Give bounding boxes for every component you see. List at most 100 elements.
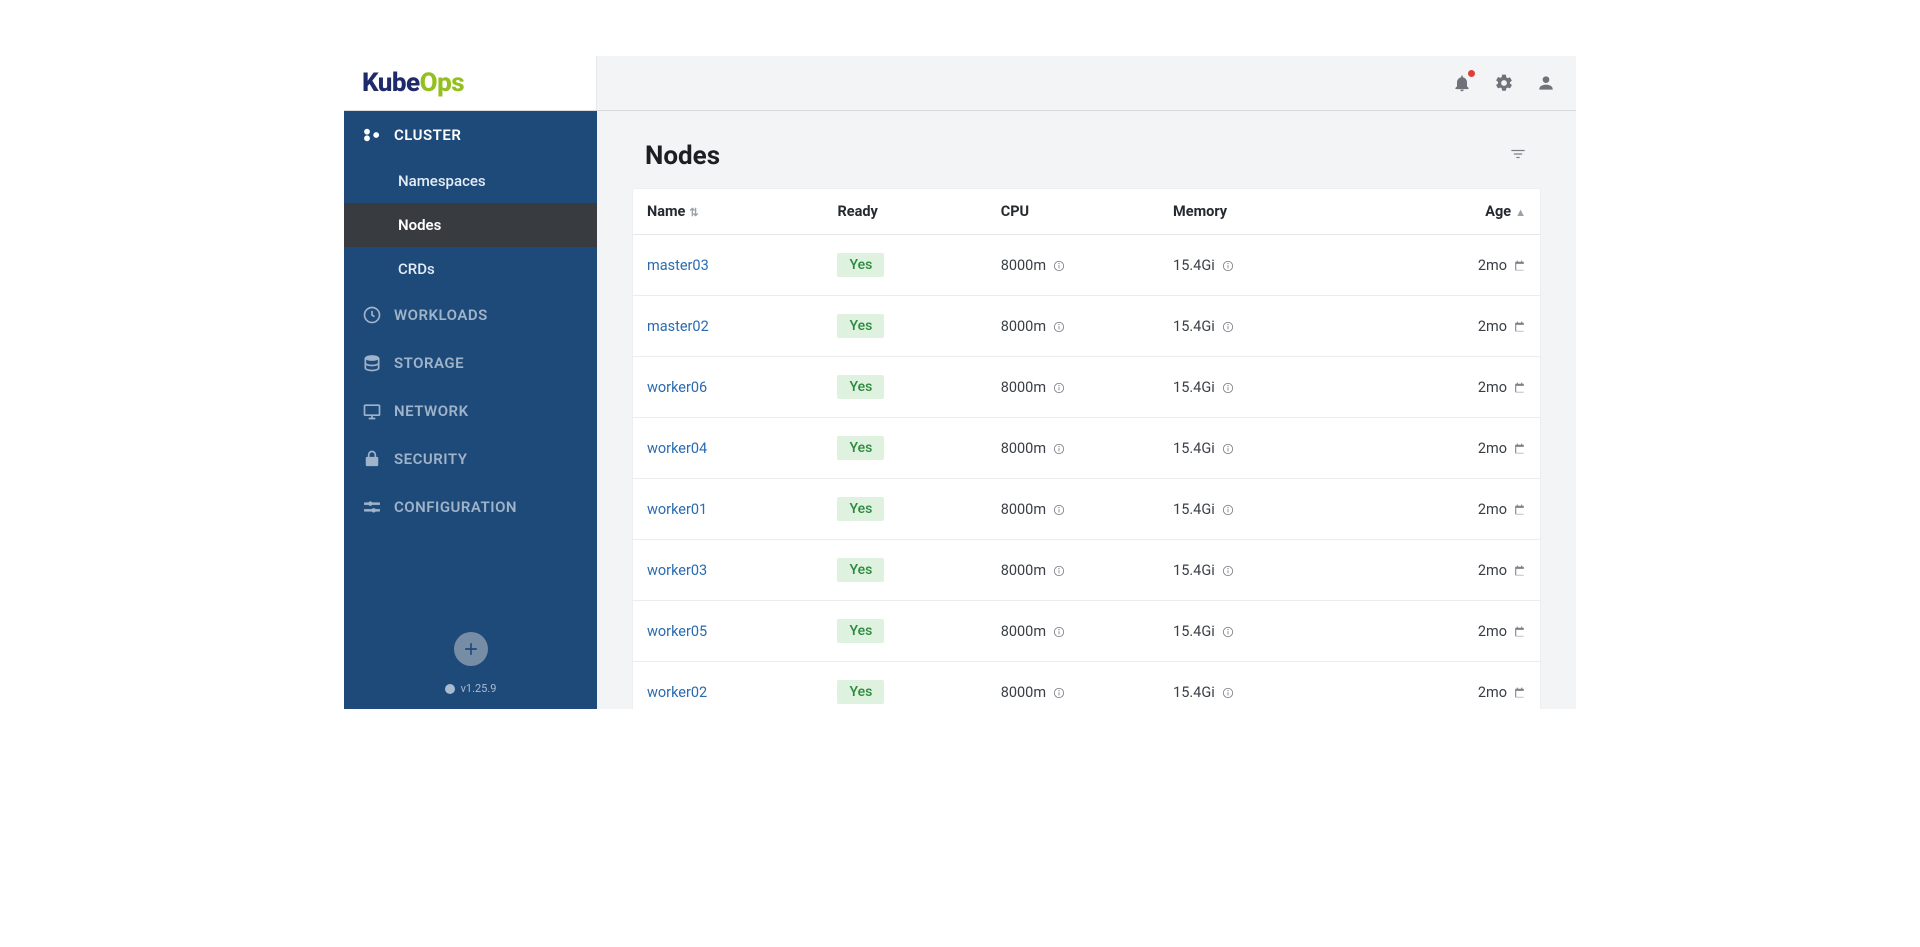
ready-badge: Yes bbox=[837, 436, 884, 460]
node-link[interactable]: worker01 bbox=[647, 501, 707, 518]
info-icon[interactable] bbox=[1221, 686, 1235, 700]
ready-badge: Yes bbox=[837, 375, 884, 399]
sidebar-subitem-crds[interactable]: CRDs bbox=[344, 247, 597, 291]
sort-icon: ⇅ bbox=[689, 206, 698, 219]
info-icon[interactable] bbox=[1221, 259, 1235, 273]
node-link[interactable]: master03 bbox=[647, 257, 709, 274]
table-row: master03Yes8000m15.4Gi2mo bbox=[633, 235, 1540, 296]
sidebar-footer: v1.25.9 bbox=[344, 632, 597, 709]
calendar-icon[interactable] bbox=[1513, 259, 1526, 272]
ready-badge: Yes bbox=[837, 619, 884, 643]
settings-button[interactable] bbox=[1492, 71, 1516, 95]
age-value: 2mo bbox=[1478, 623, 1507, 640]
node-link[interactable]: master02 bbox=[647, 318, 709, 335]
cpu-value: 8000m bbox=[1001, 501, 1046, 518]
memory-value: 15.4Gi bbox=[1173, 318, 1215, 335]
calendar-icon[interactable] bbox=[1513, 381, 1526, 394]
filter-button[interactable] bbox=[1508, 144, 1528, 168]
memory-value: 15.4Gi bbox=[1173, 501, 1215, 518]
age-value: 2mo bbox=[1478, 257, 1507, 274]
app-shell: KubeOps CLUSTERNamespacesNodesCRDsWORKLO… bbox=[344, 56, 1576, 709]
top-header: KubeOps bbox=[344, 56, 1576, 111]
memory-value: 15.4Gi bbox=[1173, 684, 1215, 701]
info-icon[interactable] bbox=[1052, 503, 1066, 517]
cpu-value: 8000m bbox=[1001, 318, 1046, 335]
info-icon[interactable] bbox=[1221, 320, 1235, 334]
user-icon bbox=[1536, 73, 1556, 93]
info-icon[interactable] bbox=[1052, 381, 1066, 395]
age-value: 2mo bbox=[1478, 501, 1507, 518]
table-row: worker02Yes8000m15.4Gi2mo bbox=[633, 662, 1540, 710]
sidebar-item-workloads[interactable]: WORKLOADS bbox=[344, 291, 597, 339]
calendar-icon[interactable] bbox=[1513, 686, 1526, 699]
sidebar-item-network[interactable]: NETWORK bbox=[344, 387, 597, 435]
cpu-value: 8000m bbox=[1001, 257, 1046, 274]
memory-value: 15.4Gi bbox=[1173, 379, 1215, 396]
workloads-icon bbox=[362, 305, 382, 325]
cpu-value: 8000m bbox=[1001, 562, 1046, 579]
cpu-value: 8000m bbox=[1001, 379, 1046, 396]
node-link[interactable]: worker03 bbox=[647, 562, 707, 579]
github-icon bbox=[445, 684, 455, 694]
sidebar-item-security[interactable]: SECURITY bbox=[344, 435, 597, 483]
node-link[interactable]: worker06 bbox=[647, 379, 707, 396]
sidebar-item-configuration[interactable]: CONFIGURATION bbox=[344, 483, 597, 531]
cpu-value: 8000m bbox=[1001, 440, 1046, 457]
column-header-memory: Memory bbox=[1159, 189, 1377, 235]
sidebar-item-storage[interactable]: STORAGE bbox=[344, 339, 597, 387]
column-label: CPU bbox=[1001, 203, 1029, 220]
table-row: master02Yes8000m15.4Gi2mo bbox=[633, 296, 1540, 357]
sidebar-subitem-nodes[interactable]: Nodes bbox=[344, 203, 597, 247]
memory-value: 15.4Gi bbox=[1173, 623, 1215, 640]
table-row: worker01Yes8000m15.4Gi2mo bbox=[633, 479, 1540, 540]
calendar-icon[interactable] bbox=[1513, 442, 1526, 455]
filter-icon bbox=[1508, 144, 1528, 164]
node-link[interactable]: worker04 bbox=[647, 440, 707, 457]
info-icon[interactable] bbox=[1221, 442, 1235, 456]
nodes-table: Name ⇅ Ready CPU MemoryAge▲ master03 Yes 8000m… bbox=[633, 189, 1540, 709]
sidebar-item-label: SECURITY bbox=[394, 450, 467, 468]
info-icon[interactable] bbox=[1221, 564, 1235, 578]
logo[interactable]: KubeOps bbox=[344, 56, 597, 110]
calendar-icon[interactable] bbox=[1513, 564, 1526, 577]
column-header-name[interactable]: Name ⇅ bbox=[633, 189, 823, 235]
version-row[interactable]: v1.25.9 bbox=[445, 682, 497, 695]
info-icon[interactable] bbox=[1221, 625, 1235, 639]
table-row: worker05Yes8000m15.4Gi2mo bbox=[633, 601, 1540, 662]
nav-list: CLUSTERNamespacesNodesCRDsWORKLOADSSTORA… bbox=[344, 111, 597, 632]
info-icon[interactable] bbox=[1052, 686, 1066, 700]
info-icon[interactable] bbox=[1052, 564, 1066, 578]
age-value: 2mo bbox=[1478, 318, 1507, 335]
notifications-button[interactable] bbox=[1450, 71, 1474, 95]
sidebar-subitem-namespaces[interactable]: Namespaces bbox=[344, 159, 597, 203]
info-icon[interactable] bbox=[1221, 503, 1235, 517]
network-icon bbox=[362, 401, 382, 421]
memory-value: 15.4Gi bbox=[1173, 562, 1215, 579]
column-label: Ready bbox=[837, 203, 877, 220]
add-button[interactable] bbox=[454, 632, 488, 666]
calendar-icon[interactable] bbox=[1513, 625, 1526, 638]
user-menu-button[interactable] bbox=[1534, 71, 1558, 95]
sidebar-item-cluster[interactable]: CLUSTER bbox=[344, 111, 597, 159]
table-row: worker03Yes8000m15.4Gi2mo bbox=[633, 540, 1540, 601]
column-header-cpu: CPU bbox=[987, 189, 1159, 235]
memory-value: 15.4Gi bbox=[1173, 257, 1215, 274]
calendar-icon[interactable] bbox=[1513, 320, 1526, 333]
info-icon[interactable] bbox=[1052, 259, 1066, 273]
cpu-value: 8000m bbox=[1001, 684, 1046, 701]
plus-icon bbox=[461, 639, 481, 659]
column-header-age[interactable]: Age▲ bbox=[1377, 189, 1540, 235]
node-link[interactable]: worker05 bbox=[647, 623, 707, 640]
info-icon[interactable] bbox=[1221, 381, 1235, 395]
node-link[interactable]: worker02 bbox=[647, 684, 707, 701]
column-label: Name bbox=[647, 203, 685, 220]
column-label: Age bbox=[1485, 203, 1511, 220]
gear-icon bbox=[1494, 73, 1514, 93]
info-icon[interactable] bbox=[1052, 625, 1066, 639]
body: CLUSTERNamespacesNodesCRDsWORKLOADSSTORA… bbox=[344, 111, 1576, 709]
info-icon[interactable] bbox=[1052, 320, 1066, 334]
age-value: 2mo bbox=[1478, 684, 1507, 701]
configuration-icon bbox=[362, 497, 382, 517]
calendar-icon[interactable] bbox=[1513, 503, 1526, 516]
info-icon[interactable] bbox=[1052, 442, 1066, 456]
